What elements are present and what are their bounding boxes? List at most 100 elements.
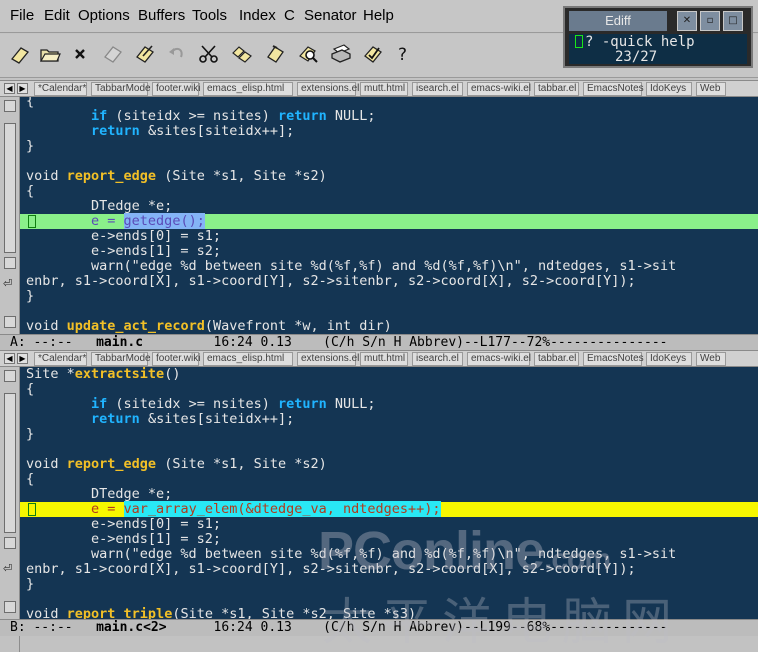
- scroll-down-icon[interactable]: [4, 537, 16, 549]
- code-editor-b[interactable]: Site *extractsite(){ if (siteidx >= nsit…: [20, 367, 758, 619]
- scrollbar-b[interactable]: [0, 367, 20, 619]
- code-line[interactable]: enbr, s1->coord[X], s1->coord[Y], s2->si…: [26, 562, 636, 577]
- tab-tabbar-el[interactable]: tabbar.el: [534, 352, 579, 366]
- scrollbar-thumb[interactable]: [4, 123, 16, 253]
- tab-isearch-el[interactable]: isearch.el: [412, 352, 463, 366]
- code-line[interactable]: void report_edge (Site *s1, Site *s2): [26, 457, 327, 472]
- tab-scroll-left-icon[interactable]: ◀: [4, 83, 15, 94]
- tab-emacsnotes[interactable]: EmacsNotes: [583, 82, 644, 96]
- tab-emacs-wiki-el[interactable]: emacs-wiki.el: [467, 352, 531, 366]
- editor-pane-a[interactable]: { if (siteidx >= nsites) return NULL; re…: [0, 97, 758, 334]
- new-file-icon[interactable]: [7, 41, 33, 67]
- code-line[interactable]: if (siteidx >= nsites) return NULL;: [26, 109, 376, 124]
- code-line[interactable]: e->ends[1] = s2;: [26, 244, 221, 259]
- code-line[interactable]: {: [26, 184, 34, 199]
- tab-mutt-html[interactable]: mutt.html: [360, 352, 408, 366]
- save-as-icon[interactable]: [132, 41, 158, 67]
- menu-c[interactable]: C: [284, 7, 295, 24]
- tab-calendar[interactable]: *Calendar*: [34, 352, 87, 366]
- help-icon[interactable]: ?: [390, 41, 416, 67]
- scroll-end-icon[interactable]: [4, 601, 16, 613]
- code-line[interactable]: }: [26, 427, 34, 442]
- open-folder-icon[interactable]: [37, 41, 63, 67]
- tab-mutt-html[interactable]: mutt.html: [360, 82, 408, 96]
- tab-idokeys[interactable]: IdoKeys: [646, 352, 692, 366]
- menu-tools[interactable]: Tools: [192, 7, 227, 24]
- code-line[interactable]: DTedge *e;: [26, 487, 172, 502]
- code-line[interactable]: }: [26, 577, 34, 592]
- tab-emacs-wiki-el[interactable]: emacs-wiki.el: [467, 82, 531, 96]
- tab-web[interactable]: Web: [696, 82, 726, 96]
- scroll-up-icon[interactable]: [4, 100, 16, 112]
- code-line-diff[interactable]: e = getedge();: [26, 213, 205, 229]
- tab-isearch-el[interactable]: isearch.el: [412, 82, 463, 96]
- code-line[interactable]: e->ends[0] = s1;: [26, 517, 221, 532]
- tab-emacsnotes[interactable]: EmacsNotes: [583, 352, 644, 366]
- code-line[interactable]: {: [26, 382, 34, 397]
- print-icon[interactable]: [328, 41, 354, 67]
- tab-tabbarmode[interactable]: TabbarMode: [91, 82, 151, 96]
- cut-icon[interactable]: [196, 41, 222, 67]
- ediff-minimize-icon[interactable]: ▫: [700, 11, 720, 31]
- code-editor-a[interactable]: { if (siteidx >= nsites) return NULL; re…: [20, 97, 758, 334]
- scrollbar-a[interactable]: [0, 97, 20, 334]
- preferences-icon[interactable]: [360, 41, 386, 67]
- diff-fine-highlight: getedge();: [123, 213, 205, 229]
- menu-options[interactable]: Options: [78, 7, 130, 24]
- tab-scroll-right-icon[interactable]: ▶: [17, 353, 28, 364]
- menu-buffers[interactable]: Buffers: [138, 7, 185, 24]
- code-line[interactable]: void report_edge (Site *s1, Site *s2): [26, 169, 327, 184]
- code-line[interactable]: e->ends[0] = s1;: [26, 229, 221, 244]
- code-line[interactable]: void update_act_record(Wavefront *w, int…: [26, 319, 392, 334]
- scroll-down-icon[interactable]: [4, 257, 16, 269]
- ediff-control-window[interactable]: Ediff ✕ ▫ □ ? -quick help 23/27: [563, 6, 753, 68]
- menu-file[interactable]: File: [10, 7, 34, 24]
- tab-scroll-right-icon[interactable]: ▶: [17, 83, 28, 94]
- tab-extensions-el[interactable]: extensions.el: [297, 82, 359, 96]
- code-line[interactable]: }: [26, 289, 34, 304]
- tab-emacs-elisp-html[interactable]: emacs_elisp.html: [203, 352, 293, 366]
- editor-pane-b[interactable]: Site *extractsite(){ if (siteidx >= nsit…: [0, 367, 758, 619]
- tab-footer-wiki[interactable]: footer.wiki: [152, 82, 200, 96]
- menu-help[interactable]: Help: [363, 7, 394, 24]
- save-icon[interactable]: [100, 41, 126, 67]
- scroll-end-icon[interactable]: [4, 316, 16, 328]
- tab-tabbar-el[interactable]: tabbar.el: [534, 82, 579, 96]
- code-line[interactable]: return &sites[siteidx++];: [26, 412, 294, 427]
- menu-senator[interactable]: Senator: [304, 7, 357, 24]
- code-line[interactable]: }: [26, 139, 34, 154]
- code-line[interactable]: if (siteidx >= nsites) return NULL;: [26, 397, 376, 412]
- tab-calendar[interactable]: *Calendar*: [34, 82, 87, 96]
- code-line[interactable]: Site *extractsite(): [26, 367, 180, 382]
- code-line[interactable]: {: [26, 472, 34, 487]
- code-line[interactable]: warn("edge %d between site %d(%f,%f) and…: [26, 547, 676, 562]
- undo-icon[interactable]: [164, 41, 190, 67]
- scrollbar-thumb[interactable]: [4, 393, 16, 533]
- close-buffer-icon[interactable]: [67, 41, 93, 67]
- tab-emacs-elisp-html[interactable]: emacs_elisp.html: [203, 82, 293, 96]
- tab-extensions-el[interactable]: extensions.el: [297, 352, 359, 366]
- tab-tabbarmode[interactable]: TabbarMode: [91, 352, 151, 366]
- paste-icon[interactable]: [262, 41, 288, 67]
- menu-index[interactable]: Index: [239, 7, 276, 24]
- tab-idokeys[interactable]: IdoKeys: [646, 82, 692, 96]
- code-line[interactable]: DTedge *e;: [26, 199, 172, 214]
- ediff-close-icon[interactable]: ✕: [677, 11, 697, 31]
- code-line[interactable]: enbr, s1->coord[X], s1->coord[Y], s2->si…: [26, 274, 636, 289]
- scroll-up-icon[interactable]: [4, 370, 16, 382]
- ediff-maximize-icon[interactable]: □: [723, 11, 743, 31]
- modeline-a[interactable]: A: --:-- main.c 16:24 0.13 (C/h S/n H Ab…: [0, 334, 758, 351]
- code-line[interactable]: e->ends[1] = s2;: [26, 532, 221, 547]
- code-line[interactable]: warn("edge %d between site %d(%f,%f) and…: [26, 259, 676, 274]
- menu-edit[interactable]: Edit: [44, 7, 70, 24]
- modeline-b[interactable]: B: --:-- main.c<2> 16:24 0.13 (C/h S/n H…: [0, 619, 758, 636]
- code-line[interactable]: return &sites[siteidx++];: [26, 124, 294, 139]
- copy-icon[interactable]: [229, 41, 255, 67]
- svg-text:?: ?: [398, 45, 407, 65]
- tab-scroll-left-icon[interactable]: ◀: [4, 353, 15, 364]
- code-line[interactable]: void report_triple(Site *s1, Site *s2, S…: [26, 607, 416, 620]
- tab-footer-wiki[interactable]: footer.wiki: [152, 352, 200, 366]
- search-icon[interactable]: [295, 41, 321, 67]
- tab-web[interactable]: Web: [696, 352, 726, 366]
- code-line-diff[interactable]: e = var_array_elem(&dtedge_va, ndtedges+…: [26, 501, 441, 517]
